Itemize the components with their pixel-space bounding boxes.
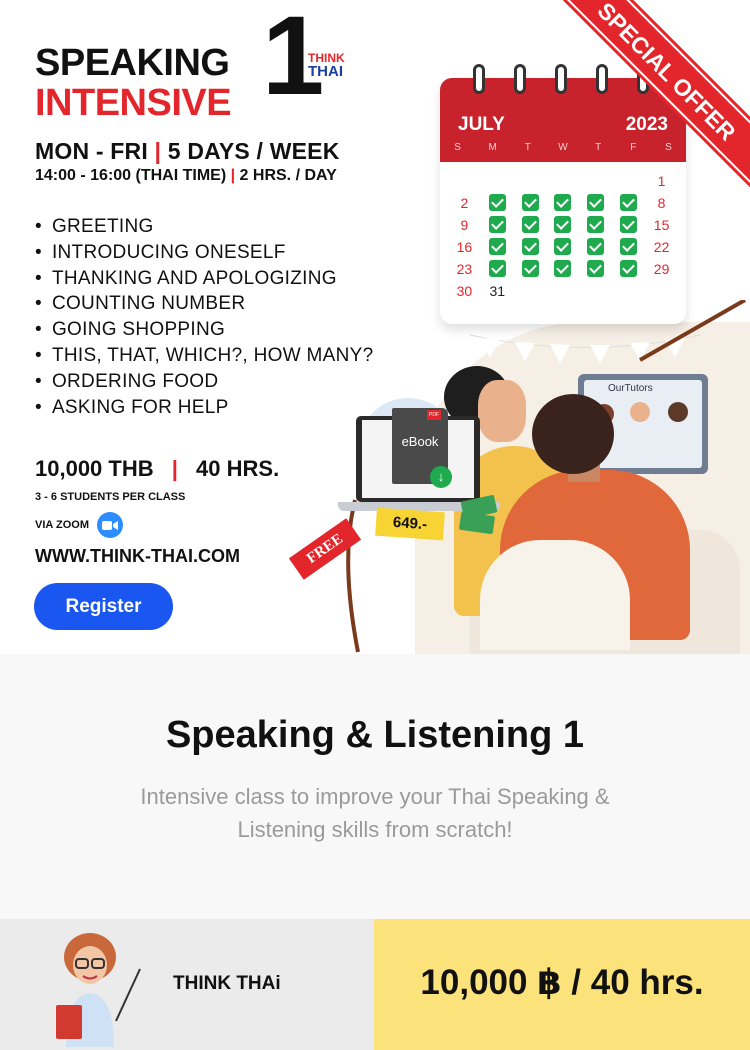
think-thai-logo: THINK THAI xyxy=(308,51,345,80)
sofa-cushion xyxy=(480,540,630,650)
banner-title: SPEAKING INTENSIVE xyxy=(35,42,232,124)
calendar-date: 16 xyxy=(456,238,473,255)
class-day-check-icon xyxy=(547,259,580,278)
class-day-check-icon xyxy=(547,215,580,234)
calendar-date: 23 xyxy=(456,260,473,277)
calendar-ring-icon xyxy=(473,64,485,94)
calendar-date: 29 xyxy=(653,260,670,277)
footer-price-panel: 10,000 ฿ / 40 hrs. xyxy=(374,919,750,1050)
class-day-check-icon xyxy=(481,259,514,278)
calendar-date xyxy=(645,281,678,300)
calendar-date: 2 xyxy=(460,194,469,211)
checkmark-icon xyxy=(488,260,506,277)
class-day-check-icon xyxy=(579,259,612,278)
title-line-1: SPEAKING xyxy=(35,42,230,84)
checkmark-icon xyxy=(554,238,572,255)
download-arrow-icon: ↓ xyxy=(430,466,452,488)
topic-list: GREETING INTRODUCING ONESELF THANKING AN… xyxy=(35,214,373,420)
topic-item: ASKING FOR HELP xyxy=(35,395,373,421)
student-woman-face xyxy=(478,380,526,442)
tutor-avatar xyxy=(630,402,650,422)
calendar-month: JULY xyxy=(458,114,505,135)
footer-price: 10,000 ฿ / 40 hrs. xyxy=(420,963,704,1002)
calendar-date xyxy=(547,281,580,300)
topic-item: INTRODUCING ONESELF xyxy=(35,240,373,266)
class-day-check-icon xyxy=(612,237,645,256)
calendar-date xyxy=(612,281,645,300)
class-day-check-icon xyxy=(481,215,514,234)
calendar-date: 31 xyxy=(489,282,506,299)
course-description: Intensive class to improve your Thai Spe… xyxy=(140,784,610,842)
special-offer-label: SPECIAL OFFER xyxy=(540,0,750,199)
register-button[interactable]: Register xyxy=(34,583,173,630)
checkmark-icon xyxy=(554,260,572,277)
checkmark-icon xyxy=(620,260,638,277)
checkmark-icon xyxy=(488,194,506,211)
weekday-label: S xyxy=(454,142,461,153)
topic-item: COUNTING NUMBER xyxy=(35,291,373,317)
checkmark-icon xyxy=(488,216,506,233)
course-title: Speaking & Listening 1 xyxy=(165,714,585,756)
calendar-date xyxy=(514,281,547,300)
calendar-date xyxy=(448,171,481,190)
topic-item: THIS, THAT, WHICH?, HOW MANY? xyxy=(35,343,373,369)
class-day-check-icon xyxy=(481,237,514,256)
checkmark-icon xyxy=(620,216,638,233)
checkmark-icon xyxy=(587,260,605,277)
class-day-check-icon xyxy=(481,193,514,212)
ebook-price-tag: 649.- xyxy=(375,507,445,541)
pdf-badge: PDF xyxy=(427,410,441,420)
calendar-date: 15 xyxy=(653,216,670,233)
schedule-days: MON - FRI | 5 DAYS / WEEK xyxy=(35,138,340,164)
checkmark-icon xyxy=(521,238,539,255)
calendar-date: 22 xyxy=(653,238,670,255)
calendar-date: 9 xyxy=(460,216,469,233)
checkmark-icon xyxy=(620,238,638,255)
checkmark-icon xyxy=(587,216,605,233)
class-day-check-icon xyxy=(514,215,547,234)
class-day-check-icon xyxy=(547,237,580,256)
checkmark-icon xyxy=(587,238,605,255)
title-line-2: INTENSIVE xyxy=(35,82,232,124)
weekday-label: M xyxy=(488,142,497,153)
student-man-hair xyxy=(532,394,614,474)
website-link[interactable]: WWW.THINK-THAI.COM xyxy=(35,546,240,567)
brand-name: THINK THAi xyxy=(173,973,281,994)
special-offer-ribbon: SPECIAL OFFER xyxy=(540,0,750,210)
class-day-check-icon xyxy=(514,237,547,256)
course-banner: SPEAKING INTENSIVE 1 THINK THAI MON - FR… xyxy=(0,0,750,654)
calendar-date xyxy=(481,171,514,190)
topic-item: ORDERING FOOD xyxy=(35,369,373,395)
zoom-camera-icon xyxy=(96,512,123,538)
class-day-check-icon xyxy=(579,215,612,234)
class-day-check-icon xyxy=(612,259,645,278)
footer-brand: THINK THAi xyxy=(0,919,374,1050)
calendar-date: 30 xyxy=(456,282,473,299)
teacher-avatar-icon xyxy=(56,933,141,1047)
class-day-check-icon xyxy=(579,237,612,256)
tutors-label: OurTutors xyxy=(608,383,653,394)
course-info: Speaking & Listening 1 Intensive class t… xyxy=(0,654,750,919)
tutor-avatar xyxy=(668,402,688,422)
checkmark-icon xyxy=(521,216,539,233)
schedule-time: 14:00 - 16:00 (THAI TIME) | 2 HRS. / DAY xyxy=(35,167,337,184)
calendar-ring-icon xyxy=(514,64,526,94)
checkmark-icon xyxy=(521,194,539,211)
checkmark-icon xyxy=(488,238,506,255)
calendar-date xyxy=(579,281,612,300)
platform: VIA ZOOM xyxy=(35,512,123,538)
topic-item: GREETING xyxy=(35,214,373,240)
checkmark-icon xyxy=(521,260,539,277)
topic-item: THANKING AND APOLOGIZING xyxy=(35,266,373,292)
checkmark-icon xyxy=(554,216,572,233)
class-size: 3 - 6 STUDENTS PER CLASS xyxy=(35,491,186,503)
class-day-check-icon xyxy=(514,259,547,278)
topic-item: GOING SHOPPING xyxy=(35,317,373,343)
price-duration: 10,000 THB | 40 HRS. xyxy=(35,456,280,481)
class-day-check-icon xyxy=(612,215,645,234)
